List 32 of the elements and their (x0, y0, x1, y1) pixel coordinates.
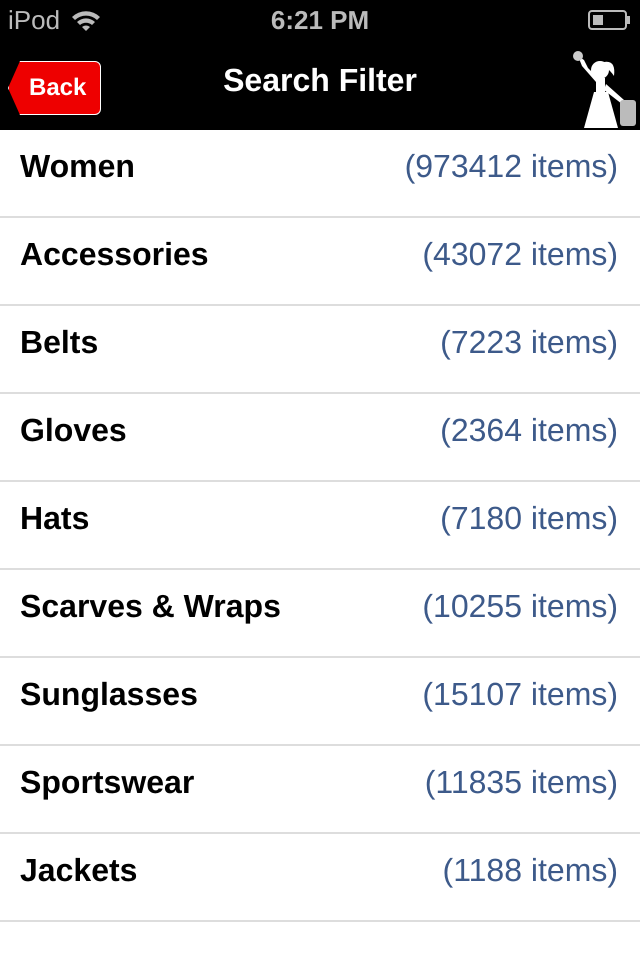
category-row[interactable]: Jackets (1188 items) (0, 834, 640, 922)
item-count: (1188 items) (442, 854, 618, 886)
category-row[interactable]: Scarves & Wraps (10255 items) (0, 570, 640, 658)
item-count: (7180 items) (440, 502, 618, 534)
item-count: (973412 items) (404, 150, 618, 182)
category-name: Gloves (20, 414, 127, 446)
carrier-name: iPod (8, 4, 60, 36)
category-row[interactable]: Hats (7180 items) (0, 482, 640, 570)
category-row[interactable]: Sunglasses (15107 items) (0, 658, 640, 746)
item-count: (15107 items) (422, 678, 618, 710)
category-name: Belts (20, 326, 98, 358)
category-row[interactable]: Belts (7223 items) (0, 306, 640, 394)
category-name: Scarves & Wraps (20, 590, 281, 622)
nav-title: Search Filter (223, 62, 417, 99)
category-name: Women (20, 150, 135, 182)
category-name: Sunglasses (20, 678, 198, 710)
category-name: Sportswear (20, 766, 194, 798)
item-count: (11835 items) (424, 766, 618, 798)
category-name: Hats (20, 502, 90, 534)
back-button[interactable]: Back (8, 61, 102, 115)
item-count: (2364 items) (440, 414, 618, 446)
item-count: (10255 items) (422, 590, 618, 622)
clock-time: 6:21 PM (270, 4, 370, 36)
category-row[interactable]: Accessories (43072 items) (0, 218, 640, 306)
item-count: (7223 items) (440, 326, 618, 358)
category-name: Jackets (20, 854, 138, 886)
category-row[interactable]: Gloves (2364 items) (0, 394, 640, 482)
category-row[interactable]: Women (973412 items) (0, 130, 640, 218)
battery-icon (588, 9, 632, 31)
item-count: (43072 items) (422, 238, 618, 270)
category-name: Accessories (20, 238, 209, 270)
category-row[interactable]: Sportswear (11835 items) (0, 746, 640, 834)
